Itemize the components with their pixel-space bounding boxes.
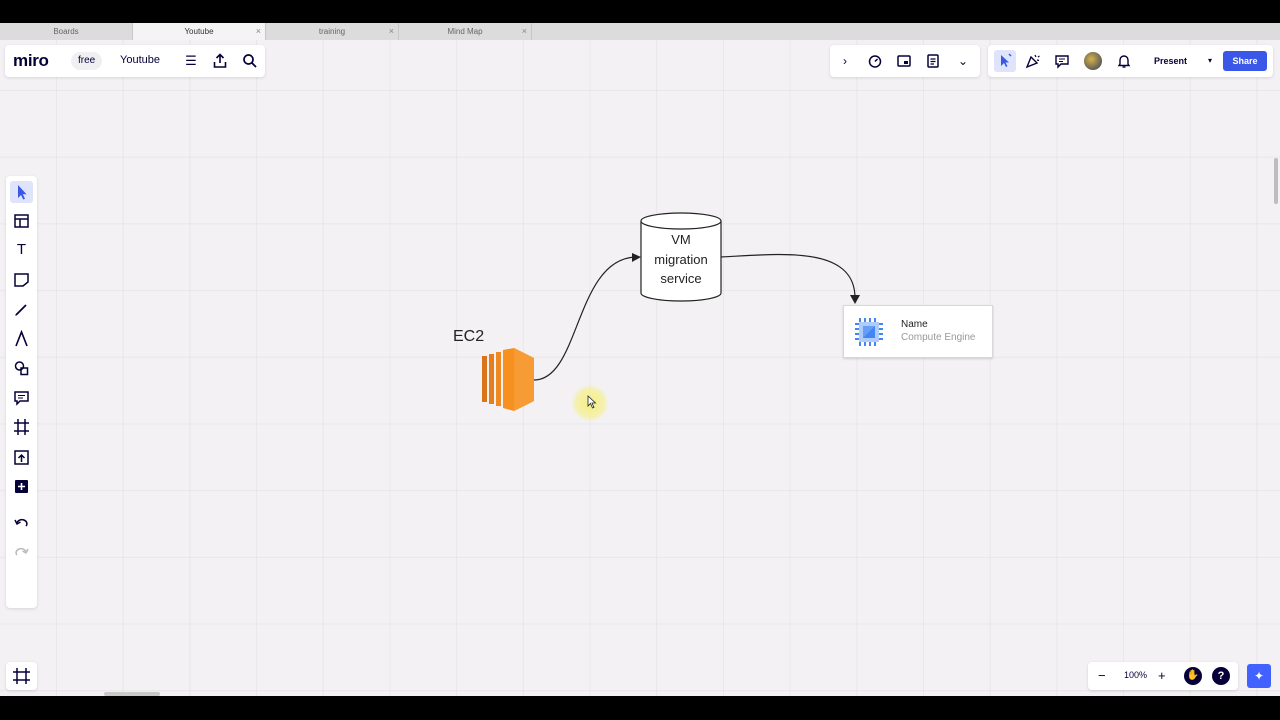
more-apps-icon[interactable] [10, 475, 33, 497]
browser-tab-strip: Boards Youtube × training × Mind Map × [0, 23, 1280, 40]
connector-ec2-to-vm[interactable] [533, 256, 636, 381]
hand-icon[interactable]: ✋ [1184, 667, 1202, 685]
search-icon[interactable] [242, 53, 258, 69]
templates-icon[interactable] [10, 210, 33, 232]
timer-icon[interactable] [867, 53, 883, 69]
tab-mind-map[interactable]: Mind Map × [399, 23, 532, 40]
shapes-icon[interactable] [10, 357, 33, 379]
horizontal-scrollbar[interactable] [104, 692, 160, 696]
zoom-level[interactable]: 100% [1124, 670, 1147, 680]
ai-assist-icon[interactable]: ✦ [1247, 664, 1271, 688]
arrowhead-icon [850, 295, 860, 304]
tab-label: Boards [53, 27, 79, 36]
tab-label: Youtube [184, 27, 214, 36]
miro-logo[interactable]: miro [13, 51, 49, 71]
creation-toolbar: T [6, 176, 37, 608]
text-tool-icon[interactable]: T [10, 239, 33, 261]
vm-label-line: service [660, 271, 702, 286]
user-avatar[interactable] [1084, 52, 1102, 70]
session-panel: Present ▾ Share [988, 45, 1273, 77]
frames-icon [13, 668, 30, 684]
select-tool-icon[interactable] [10, 181, 33, 203]
cursor-mode-icon[interactable] [994, 50, 1016, 72]
connector-vm-to-compute[interactable] [720, 253, 856, 299]
mouse-pointer-icon [587, 395, 597, 409]
zoom-panel: − 100% + ✋ ? [1088, 662, 1238, 690]
notes-icon[interactable] [925, 53, 941, 69]
export-icon[interactable] [212, 53, 228, 69]
tab-label: training [318, 27, 346, 36]
screen-share-icon[interactable] [896, 53, 912, 69]
share-button[interactable]: Share [1223, 51, 1267, 71]
plan-badge[interactable]: free [71, 52, 103, 70]
highlighter-icon[interactable] [10, 328, 33, 350]
chevron-double-down-icon[interactable]: ⌄ [955, 53, 971, 69]
chevron-down-icon[interactable]: ▾ [1208, 51, 1212, 71]
card-subtitle: Compute Engine [901, 332, 976, 343]
collab-tools-panel: › ⌄ [830, 45, 980, 77]
card-name: Name [901, 319, 928, 330]
board-header-panel: miro free Youtube ☰ [5, 45, 265, 77]
vm-label-line: migration [654, 251, 708, 267]
tab-boards[interactable]: Boards [0, 23, 133, 40]
zoom-out-button[interactable]: − [1098, 668, 1106, 684]
close-icon[interactable]: × [389, 23, 394, 40]
vm-label-line: VM [671, 232, 691, 247]
present-button[interactable]: Present ▾ [1146, 51, 1218, 71]
ec2-icon[interactable] [480, 348, 536, 412]
compute-engine-card[interactable]: Name Compute Engine [843, 305, 993, 358]
board-title[interactable]: Youtube [120, 54, 160, 66]
chip-icon [855, 318, 883, 346]
tab-label: Mind Map [447, 27, 483, 36]
celebrate-icon[interactable] [1025, 53, 1041, 69]
tab-training[interactable]: training × [266, 23, 399, 40]
menu-icon[interactable]: ☰ [183, 53, 199, 69]
close-icon[interactable]: × [522, 23, 527, 40]
comment-icon[interactable] [10, 387, 33, 409]
sticky-note-icon[interactable] [10, 269, 33, 291]
chevron-right-icon[interactable]: › [837, 53, 853, 69]
vm-migration-label[interactable]: VM migration service [641, 230, 721, 289]
bell-icon[interactable] [1116, 53, 1132, 69]
upload-icon[interactable] [10, 446, 33, 468]
tab-youtube[interactable]: Youtube × [133, 23, 266, 40]
redo-icon[interactable] [10, 542, 33, 564]
frame-icon[interactable] [10, 416, 33, 438]
screen: Boards Youtube × training × Mind Map × EC2 … [0, 0, 1280, 720]
chat-icon[interactable] [1054, 53, 1070, 69]
frames-panel-button[interactable] [6, 662, 37, 690]
connector-layer [533, 253, 860, 381]
vertical-scrollbar[interactable] [1274, 158, 1278, 204]
ec2-label[interactable]: EC2 [453, 328, 484, 346]
undo-icon[interactable] [10, 513, 33, 535]
present-label: Present [1154, 56, 1188, 66]
help-icon[interactable]: ? [1212, 667, 1230, 685]
board-canvas[interactable]: EC2 VM migration service Name Compute En… [0, 40, 1280, 696]
pen-icon[interactable] [10, 298, 33, 320]
close-icon[interactable]: × [256, 23, 261, 40]
zoom-in-button[interactable]: + [1158, 668, 1166, 684]
